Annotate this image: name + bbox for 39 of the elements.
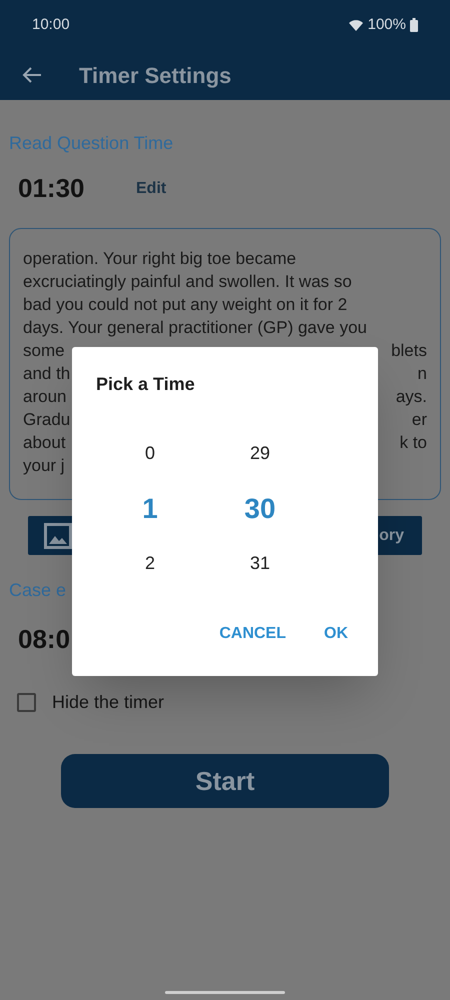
image-icon xyxy=(44,522,72,548)
battery-level: 100% xyxy=(368,14,406,35)
case-text-line: ays. xyxy=(396,386,427,408)
picker-value[interactable]: 30 xyxy=(244,481,276,536)
start-button[interactable]: Start xyxy=(61,754,389,808)
back-arrow-icon xyxy=(22,66,42,84)
picker-value[interactable]: 2 xyxy=(144,536,155,591)
wifi-icon xyxy=(348,18,364,32)
case-text-line: k to xyxy=(400,432,427,454)
time-value: 08:0 xyxy=(18,623,70,656)
case-text-line: Gradu xyxy=(23,409,70,431)
picker-value[interactable]: 29 xyxy=(250,426,270,481)
case-text-line: er xyxy=(412,409,427,431)
case-text-line: excruciatingly painful and swollen. It was so xyxy=(23,271,352,293)
clock: 10:00 xyxy=(32,14,70,35)
dialog-title: Pick a Time xyxy=(96,373,196,396)
case-text-line: blets xyxy=(391,340,427,362)
case-text-line: and th xyxy=(23,363,70,385)
case-text-line: n xyxy=(418,363,427,385)
picker-value[interactable]: 1 xyxy=(142,481,158,536)
dialog-button[interactable]: OK xyxy=(316,616,356,652)
section-label: Read Question Time xyxy=(9,132,174,155)
time-value: 01:30 xyxy=(18,172,86,205)
case-text-line: operation. Your right big toe became xyxy=(23,248,296,270)
checkbox-label: Hide the timer xyxy=(52,691,164,714)
case-text-line: about xyxy=(23,432,66,454)
case-text-line: days. Your general practitioner (GP) gave you xyxy=(23,317,367,339)
edit-button[interactable]: Edit xyxy=(136,176,166,200)
case-text-line: aroun xyxy=(23,386,66,408)
page-title: Timer Settings xyxy=(79,62,232,90)
case-text-line: your j xyxy=(23,455,65,477)
dialog-button[interactable]: CANCEL xyxy=(211,616,294,652)
battery-icon xyxy=(410,18,418,32)
picker-value[interactable]: 31 xyxy=(250,536,270,591)
picker-value[interactable]: 0 xyxy=(144,426,155,481)
checkbox[interactable] xyxy=(17,693,36,712)
case-text-line: some xyxy=(23,340,65,362)
case-text-line: bad you could not put any weight on it for 2 xyxy=(23,294,348,316)
section-label: Case e xyxy=(9,579,66,602)
